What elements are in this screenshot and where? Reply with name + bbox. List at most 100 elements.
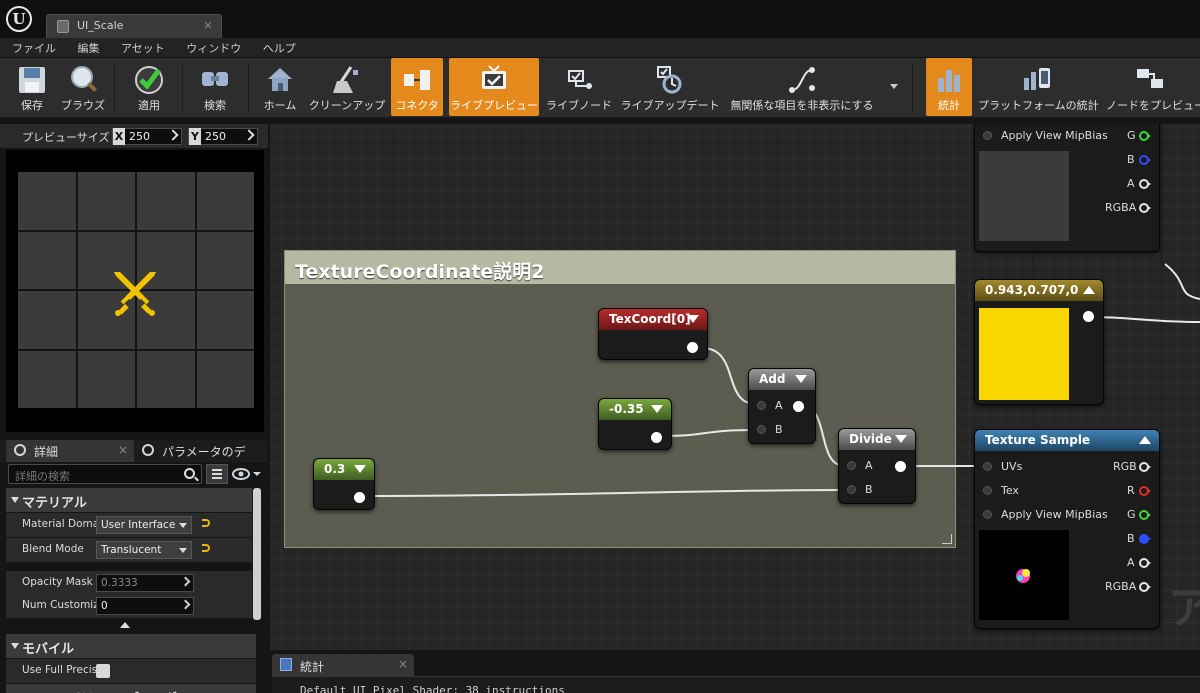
hide-unrelated-button[interactable]: 無関係な項目を非表示にする — [724, 58, 880, 116]
reset-to-default-icon[interactable] — [202, 544, 210, 552]
node-constant-neg035[interactable]: -0.35 — [598, 398, 672, 450]
node-divide-input-a-pin[interactable] — [847, 461, 856, 470]
collapse-arrow-icon[interactable] — [651, 405, 663, 413]
node-texture-mip-pin[interactable] — [983, 510, 992, 519]
node-texture-top-b-pin[interactable] — [1139, 155, 1151, 165]
node-texcoord-output-pin[interactable] — [687, 342, 698, 353]
node-texture-sample-top[interactable]: Apply View MipBias G B A RGBA — [974, 124, 1160, 252]
menu-asset[interactable]: アセット — [121, 38, 165, 56]
node-texture-rgba-pin[interactable] — [1139, 582, 1151, 592]
blend-mode-dropdown[interactable]: Translucent — [96, 541, 192, 559]
connector-button[interactable]: コネクタ — [391, 58, 443, 116]
toolbar-overflow-button[interactable] — [884, 58, 904, 116]
node-texture-r-pin[interactable] — [1139, 486, 1151, 496]
node-constant-03-header[interactable]: 0.3 — [314, 459, 374, 480]
node-add-input-a-pin[interactable] — [757, 401, 766, 410]
node-divide-output-pin[interactable] — [895, 461, 906, 472]
num-customized-field[interactable]: 0 — [96, 597, 194, 615]
details-scrollbar[interactable] — [252, 488, 262, 620]
details-search-input[interactable]: 詳細の検索 — [8, 464, 202, 484]
node-texture-g-pin[interactable] — [1139, 510, 1151, 520]
cleanup-button[interactable]: クリーンアップ — [308, 58, 386, 116]
collapse-arrow-icon[interactable] — [795, 375, 807, 383]
close-tab-icon[interactable]: × — [203, 18, 213, 32]
stats-button[interactable]: 統計 — [926, 58, 972, 116]
node-divide-header[interactable]: Divide — [839, 429, 915, 450]
node-texcoord-header[interactable]: TexCoord[0] — [599, 309, 707, 330]
collapse-arrow-icon[interactable] — [1083, 286, 1095, 294]
node-constant-color[interactable]: 0.943,0.707,0 — [974, 279, 1104, 405]
node-texcoord[interactable]: TexCoord[0] — [598, 308, 708, 360]
node-preview-button[interactable]: ノードをプレビュー — [1100, 58, 1200, 116]
home-button[interactable]: ホーム — [254, 58, 306, 116]
material-preview-viewport[interactable] — [6, 150, 264, 432]
collapse-arrow-icon[interactable] — [895, 435, 907, 443]
advanced-collapse-icon[interactable] — [120, 622, 130, 628]
node-texture-uvs-pin[interactable] — [983, 462, 992, 471]
menu-help[interactable]: ヘルプ — [263, 38, 296, 56]
node-texture-top-mip-pin[interactable] — [983, 131, 992, 140]
node-texture-tex-label: Tex — [1001, 484, 1019, 497]
live-preview-button[interactable]: ライブプレビュー — [449, 58, 539, 116]
close-tab-icon[interactable]: × — [398, 657, 408, 671]
node-texture-a-pin[interactable] — [1139, 558, 1151, 568]
material-graph-canvas[interactable]: TextureCoordinate説明2 マテリアル TexCoord[0] -… — [270, 124, 1200, 650]
section-forward-shading[interactable]: フォワードシェーディング — [6, 684, 256, 693]
save-button[interactable]: 保存 — [6, 58, 58, 116]
tab-parameters[interactable]: パラメータのデ — [136, 440, 266, 462]
node-constant-03[interactable]: 0.3 — [313, 458, 375, 510]
apply-button[interactable]: 適用 — [122, 58, 176, 116]
close-tab-icon[interactable]: × — [118, 443, 128, 457]
use-full-precision-checkbox[interactable] — [96, 664, 110, 678]
node-texture-sample[interactable]: Texture Sample UVs RGB Tex R Apply View … — [974, 429, 1160, 629]
material-domain-dropdown[interactable]: User Interface — [96, 516, 192, 534]
menu-edit[interactable]: 編集 — [78, 38, 100, 56]
tab-stats[interactable]: 統計 × — [272, 654, 414, 676]
node-constant-neg035-header[interactable]: -0.35 — [599, 399, 671, 420]
platform-stats-button[interactable]: プラットフォームの統計 — [978, 58, 1099, 116]
node-texture-top-rgba-pin[interactable] — [1139, 203, 1151, 213]
tab-details[interactable]: 詳細 × — [6, 440, 134, 462]
menu-file[interactable]: ファイル — [12, 38, 56, 56]
node-texture-top-a-pin[interactable] — [1139, 179, 1151, 189]
unreal-logo-icon: U — [6, 6, 32, 32]
section-mobile[interactable]: モバイル — [6, 634, 256, 658]
node-constant-03-output-pin[interactable] — [354, 492, 365, 503]
node-texture-sample-title: Texture Sample — [985, 433, 1091, 447]
view-options-button[interactable] — [206, 464, 228, 484]
node-divide-input-b-pin[interactable] — [847, 485, 856, 494]
section-material[interactable]: マテリアル — [6, 488, 256, 512]
browse-button[interactable]: ブラウズ — [58, 58, 108, 116]
cleanup-label: クリーンアップ — [308, 99, 386, 112]
node-texture-tex-pin[interactable] — [983, 486, 992, 495]
node-texture-sample-header[interactable]: Texture Sample — [975, 430, 1159, 451]
node-preview-icon — [1133, 64, 1167, 96]
collapse-arrow-icon[interactable] — [1139, 436, 1151, 444]
node-constant-neg035-output-pin[interactable] — [651, 432, 662, 443]
node-texture-top-g-pin[interactable] — [1139, 131, 1151, 141]
chevron-down-icon — [890, 84, 898, 89]
document-tab[interactable]: UI_Scale × — [46, 14, 222, 38]
node-texture-uvs-label: UVs — [1001, 460, 1023, 473]
node-texture-rgb-pin[interactable] — [1139, 462, 1151, 472]
preview-size-y-field[interactable]: Y 250 — [188, 128, 258, 145]
node-constant-color-header[interactable]: 0.943,0.707,0 — [975, 280, 1103, 301]
reset-to-default-icon[interactable] — [202, 519, 210, 527]
visibility-filter-button[interactable] — [232, 467, 261, 481]
live-update-button[interactable]: ライブアップデート — [620, 58, 720, 116]
collapse-arrow-icon[interactable] — [687, 315, 699, 323]
node-add-header[interactable]: Add — [749, 369, 815, 390]
node-divide[interactable]: Divide A B — [838, 428, 916, 504]
live-nodes-button[interactable]: ライブノード — [544, 58, 614, 116]
node-add-input-b-pin[interactable] — [757, 425, 766, 434]
preview-size-x-field[interactable]: X 250 — [112, 128, 182, 145]
node-texture-b-pin[interactable] — [1139, 534, 1151, 544]
node-add-output-pin[interactable] — [793, 401, 804, 412]
collapse-arrow-icon[interactable] — [354, 465, 366, 473]
scrollbar-thumb[interactable] — [253, 488, 261, 620]
opacity-mask-field[interactable]: 0.3333 — [96, 574, 194, 592]
search-button[interactable]: 検索 — [188, 58, 242, 116]
node-constant-color-output-pin[interactable] — [1083, 311, 1094, 322]
node-add[interactable]: Add A B — [748, 368, 816, 444]
menu-window[interactable]: ウィンドウ — [186, 38, 241, 56]
